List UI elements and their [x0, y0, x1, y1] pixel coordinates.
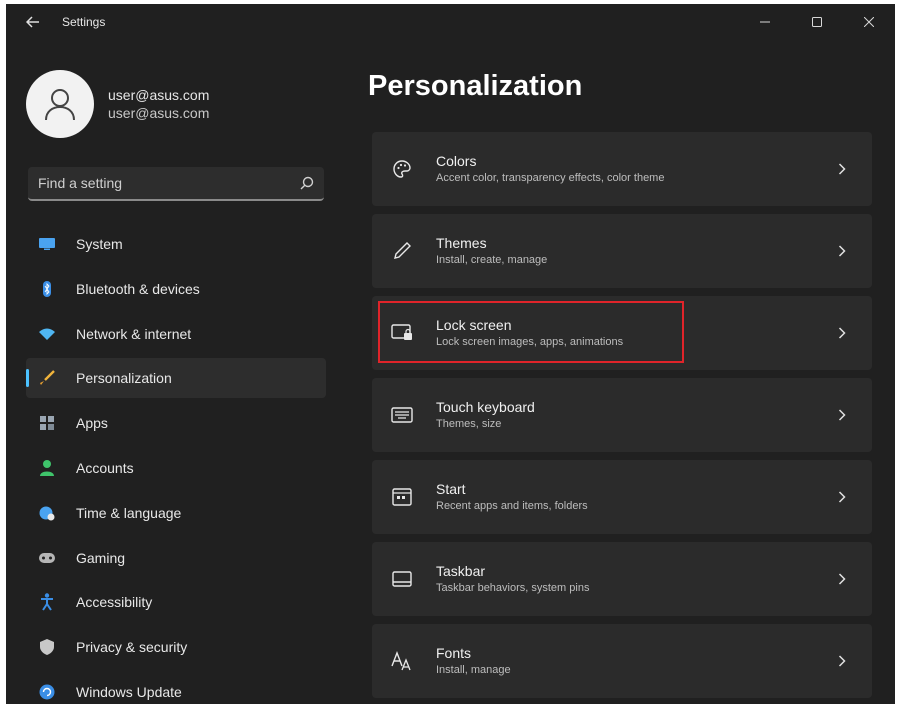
sidebar-item-accessibility[interactable]: Accessibility: [26, 582, 326, 622]
card-title: Touch keyboard: [436, 399, 535, 415]
sidebar-item-label: Accounts: [76, 459, 134, 476]
title-bar: Settings: [6, 4, 895, 40]
chevron-right-icon: [830, 321, 854, 345]
accessibility-icon: [38, 593, 56, 611]
card-description: Recent apps and items, folders: [436, 500, 588, 512]
sidebar-item-time-language[interactable]: Time & language: [26, 493, 326, 533]
card-title: Taskbar: [436, 563, 486, 579]
close-icon: [864, 17, 874, 27]
card-colors[interactable]: Colors Accent color, transparency effect…: [372, 132, 872, 206]
settings-card-list: Colors Accent color, transparency effect…: [372, 132, 872, 704]
wifi-icon: [38, 325, 56, 343]
chevron-right-icon: [830, 485, 854, 509]
start-icon: [390, 485, 414, 509]
sidebar-item-bluetooth[interactable]: Bluetooth & devices: [26, 269, 326, 309]
sidebar-item-accounts[interactable]: Accounts: [26, 448, 326, 488]
settings-window: Settings user@asus.com user@asus.com Fin…: [6, 4, 895, 704]
accounts-icon: [38, 459, 56, 477]
chevron-right-icon: [830, 403, 854, 427]
search-box[interactable]: [28, 167, 324, 201]
update-icon: [38, 683, 56, 701]
app-title: Settings: [62, 15, 106, 29]
card-description: Install, create, manage: [436, 254, 548, 266]
keyboard-icon: [390, 403, 414, 427]
card-title: Themes: [436, 235, 487, 251]
sidebar-item-label: Network & internet: [76, 325, 192, 342]
user-profile[interactable]: user@asus.com user@asus.com: [26, 70, 209, 138]
card-title: Fonts: [436, 645, 472, 661]
user-icon: [45, 89, 75, 121]
card-description: Themes, size: [436, 418, 502, 430]
minimize-icon: [760, 21, 770, 23]
card-title: Start: [436, 481, 466, 497]
page-title: Personalization: [368, 70, 583, 102]
back-arrow-icon: [26, 16, 39, 28]
minimize-button[interactable]: [739, 4, 791, 40]
card-title: Colors: [436, 153, 477, 169]
palette-icon: [390, 157, 414, 181]
profile-email: user@asus.com: [108, 105, 210, 121]
sidebar-item-privacy-security[interactable]: Privacy & security: [26, 627, 326, 667]
pen-icon: [390, 239, 414, 263]
sidebar-item-gaming[interactable]: Gaming: [26, 538, 326, 578]
sidebar-item-label: Windows Update: [76, 683, 182, 700]
card-description: Lock screen images, apps, animations: [436, 336, 624, 348]
sidebar-item-label: Privacy & security: [76, 639, 188, 656]
sidebar-item-label: Personalization: [76, 370, 172, 387]
card-title: Lock screen: [436, 317, 512, 333]
maximize-icon: [812, 17, 822, 27]
sidebar-item-label: Gaming: [76, 549, 126, 566]
avatar: [26, 70, 94, 138]
sidebar-item-label: System: [76, 236, 123, 252]
card-description: Install, manage: [436, 664, 511, 676]
card-fonts[interactable]: Fonts Install, manage: [372, 624, 872, 698]
card-description: Taskbar behaviors, system pins: [436, 582, 590, 594]
chevron-right-icon: [830, 239, 854, 263]
lock-screen-icon: [390, 321, 414, 345]
search-icon[interactable]: [300, 176, 314, 190]
sidebar-item-apps[interactable]: Apps: [26, 403, 326, 443]
bluetooth-icon: [38, 280, 56, 298]
sidebar-item-label: Accessibility: [76, 594, 153, 611]
profile-name: user@asus.com: [108, 87, 210, 103]
card-touch-keyboard[interactable]: Touch keyboard Themes, size: [372, 378, 872, 452]
system-icon: [38, 235, 56, 253]
apps-icon: [38, 414, 56, 432]
search-input[interactable]: [38, 175, 300, 191]
gamepad-icon: [38, 549, 56, 567]
sidebar-item-system[interactable]: System: [26, 224, 326, 264]
brush-icon: [38, 369, 56, 387]
card-lock-screen[interactable]: Lock screen Lock screen images, apps, an…: [372, 296, 872, 370]
window-controls: [739, 4, 895, 40]
sidebar-item-network[interactable]: Network & internet: [26, 314, 326, 354]
card-start[interactable]: Start Recent apps and items, folders: [372, 460, 872, 534]
fonts-icon: [390, 649, 414, 673]
back-button[interactable]: [22, 11, 44, 33]
maximize-button[interactable]: [791, 4, 843, 40]
sidebar-item-label: Apps: [76, 415, 108, 432]
shield-icon: [38, 638, 56, 656]
sidebar-item-label: Bluetooth & devices: [76, 280, 200, 297]
card-taskbar[interactable]: Taskbar Taskbar behaviors, system pins: [372, 542, 872, 616]
card-themes[interactable]: Themes Install, create, manage: [372, 214, 872, 288]
chevron-right-icon: [830, 567, 854, 591]
sidebar-item-label: Time & language: [76, 504, 182, 521]
sidebar-nav: System Bluetooth & devices Network & int…: [26, 224, 326, 704]
sidebar-item-windows-update[interactable]: Windows Update: [26, 672, 326, 704]
globe-clock-icon: [38, 504, 56, 522]
close-button[interactable]: [843, 4, 895, 40]
sidebar-item-personalization[interactable]: Personalization: [26, 358, 326, 399]
chevron-right-icon: [830, 649, 854, 673]
card-description: Accent color, transparency effects, colo…: [436, 172, 665, 184]
taskbar-icon: [390, 567, 414, 591]
chevron-right-icon: [830, 157, 854, 181]
